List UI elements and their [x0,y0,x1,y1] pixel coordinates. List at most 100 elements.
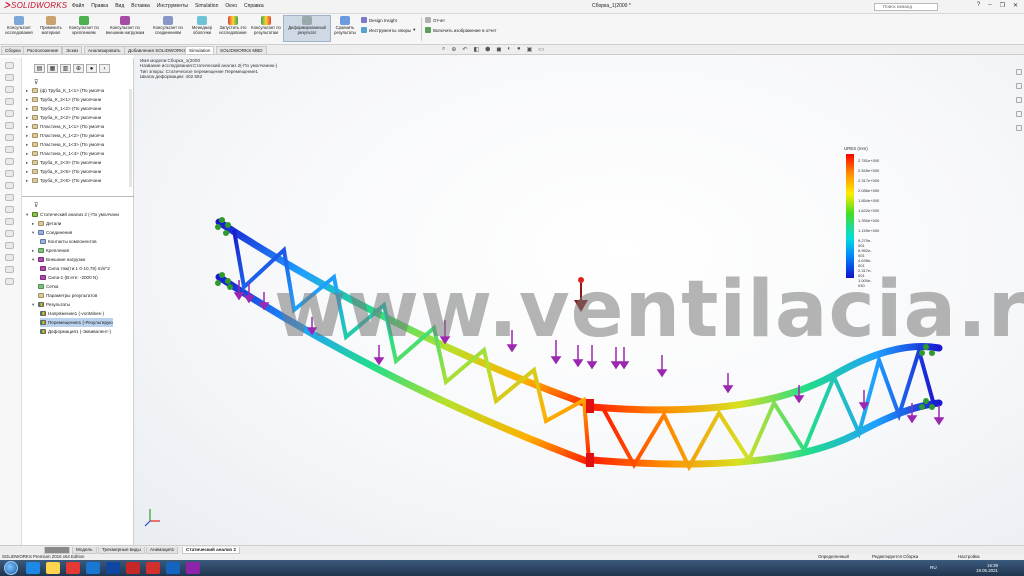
tool-icon[interactable] [5,218,14,225]
property-manager-icon[interactable]: ▦ [47,64,58,73]
tool-icon[interactable] [5,194,14,201]
consultant-results-button[interactable]: Консультант по результатам [251,16,281,35]
tool-icon[interactable] [5,122,14,129]
zoom-fit-icon[interactable]: ⌕ [442,46,445,53]
tab-sketch[interactable]: Эскиз [62,46,83,54]
task-pane-icon[interactable] [1016,125,1022,131]
shell-manager-button[interactable]: Менеджер оболочки [189,16,215,35]
menu-insert[interactable]: Вставка [131,3,150,9]
results-item[interactable]: ▾ Результаты [32,300,70,309]
tab-static-study[interactable]: Статический анализ 2 [182,547,240,554]
parts-item[interactable]: ▸ Детали [32,219,61,228]
tool-icon[interactable] [5,182,14,189]
filter-icon[interactable]: ⊽ [34,202,38,209]
tool-icon[interactable] [5,110,14,117]
tool-icon[interactable] [5,98,14,105]
tab-nav-arrows[interactable] [44,547,70,554]
tool-icon[interactable] [5,86,14,93]
ie-icon[interactable] [26,562,40,574]
tool-icon[interactable] [5,62,14,69]
language-indicator[interactable]: RU [930,565,937,570]
tool-icon[interactable] [5,74,14,81]
word-icon[interactable] [166,562,180,574]
tool-icon[interactable] [5,230,14,237]
feature-tree-icon[interactable]: ▤ [34,64,45,73]
app-icon[interactable] [146,562,160,574]
tree-item[interactable]: ▸ (ф) Труба_К_1<1> (По умолча [26,86,104,95]
tool-icon[interactable] [5,254,14,261]
connections-item[interactable]: ▾ Соединения [32,228,72,237]
hide-show-icon[interactable]: ◐ [507,46,511,53]
tab-evaluate[interactable]: Анализировать [84,46,125,54]
tree-item[interactable]: ▸ Пластина_К_1<4> (По умолча [26,149,104,158]
tab-model[interactable]: Модель [72,547,97,554]
fixtures-item[interactable]: ▸ Крепления [32,246,69,255]
tree-item[interactable]: ▸ Труба_К_2<3> (По умолчани [26,158,101,167]
external-loads-item[interactable]: ▾ Внешние нагрузки [32,255,85,264]
force-load-item[interactable]: Сила-1 (В:ете: -2000 N) [40,273,98,282]
tree-item[interactable]: ▸ Труба_К_1<2> (По умолчани [26,104,101,113]
mesh-item[interactable]: Сетка [32,282,59,291]
minimize-icon[interactable]: – [988,2,991,9]
zoom-area-icon[interactable]: ⊕ [451,46,456,53]
tab-animation[interactable]: Анимация1 [146,547,179,554]
tree-item[interactable]: ▸ Труба_К_2<5> (По умолчани [26,167,101,176]
menu-file[interactable]: Файл [72,3,84,9]
system-clock[interactable]: 16:39 18.05.2021 [976,563,998,573]
tree-item[interactable]: ▸ Пластина_К_1<3> (По умолча [26,140,104,149]
tab-addins[interactable]: Добавления SOLIDWORKS [124,46,191,54]
tree-item[interactable]: ▸ Труба_К_2<1> (По умолчани [26,95,101,104]
display-style-icon[interactable]: ◼ [496,46,501,53]
dim-expert-icon[interactable]: ⊕ [73,64,84,73]
tree-item[interactable]: ▸ Пластина_К_1<1> (По умолча [26,122,104,131]
displacement-plot-item[interactable]: Перемещение1 (-Результирую [40,318,113,327]
tab-mbd[interactable]: SOLIDWORKS MBD [216,46,267,54]
tool-icon[interactable] [5,278,14,285]
appearance-icon[interactable]: ● [517,46,521,53]
result-options-item[interactable]: Параметры результатов [32,291,97,300]
tree-item[interactable]: ▸ Труба_К_2<6> (По умолчани [26,176,101,185]
scene-icon[interactable]: ▣ [527,46,533,53]
menu-tools[interactable]: Инструменты [157,3,188,9]
gravity-load-item[interactable]: Сила тяж(ти:1 0-10,79) m/s^2 [40,264,110,273]
deformed-result-button[interactable]: Деформированный результат [283,15,331,42]
graphics-area[interactable]: Имя модели:Сборка_1(2000 Название исслед… [134,55,1024,545]
consultant-loads-button[interactable]: Консультант по внешним нагрузкам [103,16,147,35]
custom-units[interactable]: Настройка [958,554,980,559]
view-orientation-icon[interactable]: ⬢ [485,46,490,53]
menu-view[interactable]: Вид [115,3,124,9]
task-pane-icon[interactable] [1016,111,1022,117]
app-icon[interactable] [186,562,200,574]
tab-3d-views[interactable]: Трехмерные виды [98,547,145,554]
search-input[interactable]: Поиск команд [874,3,938,11]
tool-icon[interactable] [5,134,14,141]
configuration-icon[interactable]: ▥ [60,64,71,73]
contacts-item[interactable]: Контакты компонентов [40,237,97,246]
tool-icon[interactable] [5,206,14,213]
run-study-button[interactable]: Запустить это исследование [216,16,250,35]
view-settings-icon[interactable]: ▭ [538,46,544,53]
tool-icon[interactable] [5,266,14,273]
tab-assembly[interactable]: Сборка [1,46,25,54]
tab-simulation[interactable]: Simulation [185,46,215,54]
chevron-right-icon[interactable]: › [99,64,110,73]
compare-results-button[interactable]: Сравнить результаты [332,16,358,35]
solidworks-taskbar-icon[interactable] [126,562,140,574]
tree-item[interactable]: ▸ Труба_К_2<2> (По умолчани [26,113,101,122]
section-view-icon[interactable]: ◧ [473,46,479,53]
folder-icon[interactable] [46,562,60,574]
apply-material-button[interactable]: Применить материал [37,16,65,35]
task-pane-icon[interactable] [1016,83,1022,89]
app-icon[interactable] [66,562,80,574]
tree-item[interactable]: ▸ Пластина_К_1<2> (По умолча [26,131,104,140]
start-button[interactable] [4,561,18,575]
menu-edit[interactable]: Правка [91,3,108,9]
tool-icon[interactable] [5,158,14,165]
strain-plot-item[interactable]: Деформация1 (-Эквивалент-) [40,327,111,336]
menu-window[interactable]: Окно [225,3,237,9]
tab-layout[interactable]: Расположение [23,46,63,54]
include-image-button[interactable]: Включить изображение в отчет [425,27,497,33]
panel-divider[interactable] [22,196,134,197]
stress-plot-item[interactable]: Напряжение1 (-vonMises-) [40,309,104,318]
design-insight-button[interactable]: Design Insight [361,17,397,23]
